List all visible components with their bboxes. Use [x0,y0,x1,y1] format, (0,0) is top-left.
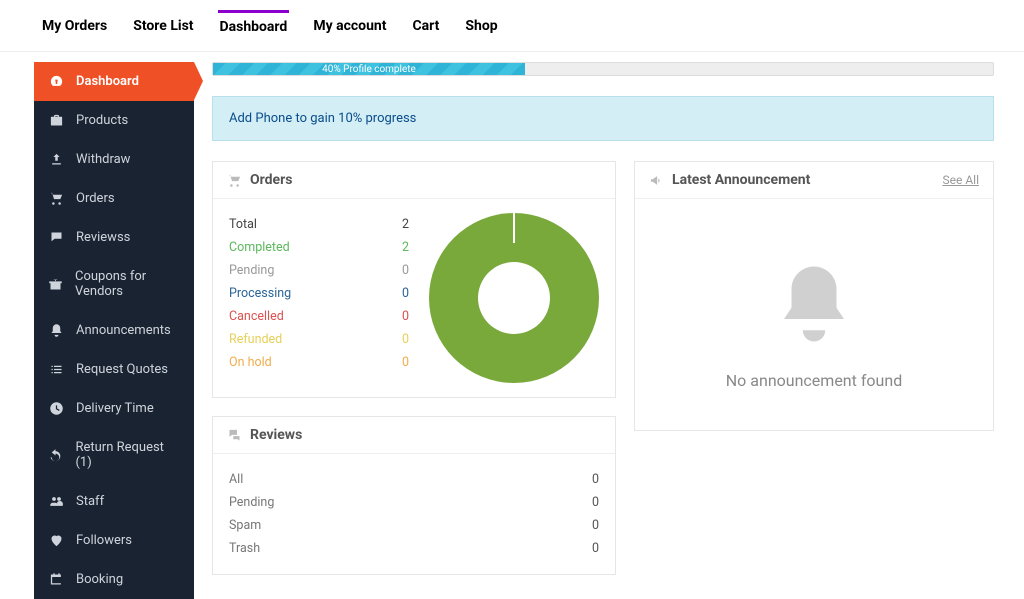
reviews-all-value: 0 [583,472,599,487]
topnav-my-orders[interactable]: My Orders [40,12,109,40]
sidebar-item-label: Reviewss [76,230,130,245]
sidebar-item-label: Dashboard [76,74,139,89]
sidebar-item-label: Staff [76,494,104,509]
sidebar-item-label: Request Quotes [76,362,168,377]
orders-processing-value: 0 [393,286,409,301]
top-nav: My Orders Store List Dashboard My accoun… [0,0,1024,52]
sidebar: Dashboard Products Withdraw Orders Revie… [34,62,194,599]
reviews-trash-label: Trash [229,541,260,556]
sidebar-item-label: Return Request (1) [75,440,180,470]
orders-cancelled-value: 0 [393,309,409,324]
orders-donut-chart [429,213,599,383]
reviews-spam-label: Spam [229,518,261,533]
sidebar-item-dashboard[interactable]: Dashboard [34,62,194,101]
main-content: 40% Profile complete Add Phone to gain 1… [212,62,994,599]
sidebar-item-staff[interactable]: Staff [34,482,194,521]
sidebar-item-label: Announcements [76,323,171,338]
sidebar-item-reviews[interactable]: Reviewss [34,218,194,257]
announcement-see-all[interactable]: See All [943,173,980,187]
bell-icon [48,323,64,338]
profile-progress-bar: 40% Profile complete [212,62,994,76]
profile-hint-alert[interactable]: Add Phone to gain 10% progress [212,96,994,141]
chat-icon [48,230,64,245]
announcement-card: Latest Announcement See All No announcem… [634,161,994,431]
reviews-spam-value: 0 [583,518,599,533]
orders-total-value: 2 [393,217,409,232]
reviews-card: Reviews All 0 Pending 0 Spam [212,416,616,575]
reviews-all-label: All [229,472,243,487]
sidebar-item-label: Delivery Time [76,401,154,416]
cart-icon [48,191,64,206]
clock-icon [48,401,64,416]
sidebar-item-request-quotes[interactable]: Request Quotes [34,350,194,389]
undo-icon [48,448,63,463]
sidebar-item-delivery-time[interactable]: Delivery Time [34,389,194,428]
comments-icon [227,428,242,443]
calendar-icon [48,572,64,587]
orders-refunded-label: Refunded [229,332,282,347]
sidebar-item-label: Products [76,113,128,128]
orders-pending-label: Pending [229,263,274,278]
profile-progress-fill: 40% Profile complete [213,63,525,75]
orders-refunded-value: 0 [393,332,409,347]
sidebar-item-announcements[interactable]: Announcements [34,311,194,350]
topnav-dashboard[interactable]: Dashboard [218,10,290,41]
orders-card-title: Orders [250,172,292,188]
reviews-pending-label: Pending [229,495,274,510]
gift-icon [48,277,63,292]
sidebar-item-label: Coupons for Vendors [75,269,180,299]
orders-cancelled-label: Cancelled [229,309,284,324]
announcement-card-title: Latest Announcement [672,172,810,188]
briefcase-icon [48,113,64,128]
announcement-empty-text: No announcement found [655,371,973,390]
sidebar-item-return-request[interactable]: Return Request (1) [34,428,194,482]
sidebar-item-products[interactable]: Products [34,101,194,140]
sidebar-item-label: Orders [76,191,115,206]
sidebar-item-followers[interactable]: Followers [34,521,194,560]
topnav-store-list[interactable]: Store List [131,12,195,40]
reviews-card-header: Reviews [213,417,615,454]
megaphone-icon [649,173,664,188]
reviews-pending-value: 0 [583,495,599,510]
users-icon [48,494,64,509]
reviews-trash-value: 0 [583,541,599,556]
sidebar-item-orders[interactable]: Orders [34,179,194,218]
sidebar-item-booking[interactable]: Booking [34,560,194,599]
list-icon [48,362,64,377]
orders-completed-value: 2 [393,240,409,255]
orders-card: Orders Total 2 Completed 2 [212,161,616,398]
orders-pending-value: 0 [393,263,409,278]
bell-icon [769,259,859,349]
orders-card-header: Orders [213,162,615,199]
sidebar-item-label: Booking [76,572,123,587]
orders-stat-list: Total 2 Completed 2 Pending 0 [229,213,409,383]
topnav-shop[interactable]: Shop [463,12,499,40]
orders-onhold-value: 0 [393,355,409,370]
orders-onhold-label: On hold [229,355,272,370]
sidebar-item-label: Followers [76,533,132,548]
upload-icon [48,152,64,167]
sidebar-item-label: Withdraw [76,152,130,167]
heart-icon [48,533,64,548]
topnav-cart[interactable]: Cart [411,12,442,40]
sidebar-item-coupons[interactable]: Coupons for Vendors [34,257,194,311]
reviews-card-title: Reviews [250,427,302,443]
orders-processing-label: Processing [229,286,291,301]
topnav-my-account[interactable]: My account [311,12,388,40]
announcement-card-header: Latest Announcement See All [635,162,993,199]
orders-completed-label: Completed [229,240,290,255]
sidebar-item-withdraw[interactable]: Withdraw [34,140,194,179]
orders-total-label: Total [229,217,257,232]
gauge-icon [48,74,64,89]
cart-icon [227,173,242,188]
